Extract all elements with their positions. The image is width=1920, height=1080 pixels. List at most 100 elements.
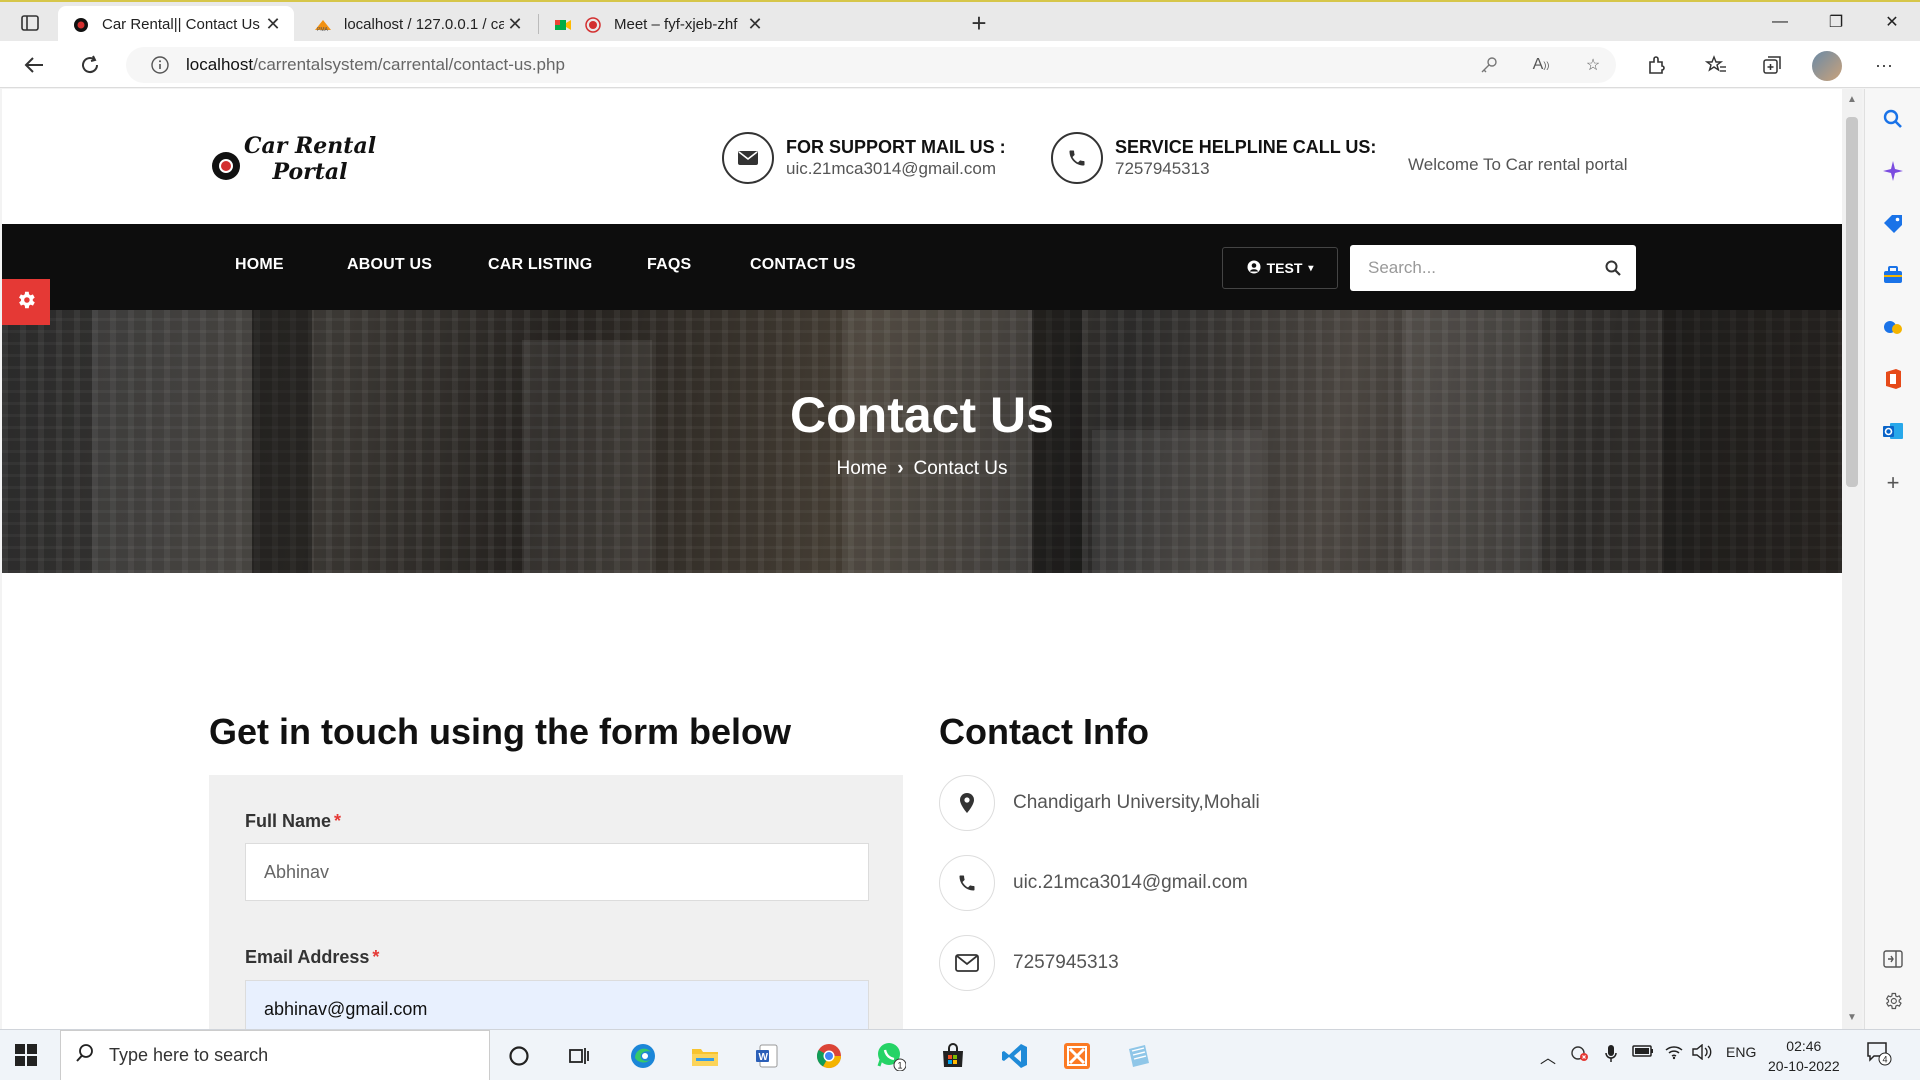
contact-info-email: uic.21mca3014@gmail.com [939,855,1248,911]
whatsapp-icon[interactable]: 1 [874,1040,908,1072]
email-label-text: Email Address [245,947,370,967]
add-sidebar-app-icon[interactable]: + [1879,469,1907,497]
logo-line-2: Portal [272,159,348,185]
support-mail-label: FOR SUPPORT MAIL US : [786,137,1006,157]
scroll-down-icon[interactable]: ▼ [1846,1013,1858,1023]
microsoft-store-icon[interactable] [936,1040,970,1072]
search-icon[interactable] [1879,105,1907,133]
phone-icon [939,855,995,911]
tools-briefcase-icon[interactable] [1879,261,1907,289]
recording-icon [584,16,602,34]
nav-contact-us[interactable]: CONTACT US [750,256,856,274]
close-tab-icon[interactable]: ✕ [744,14,766,35]
site-info-icon[interactable] [140,56,180,74]
google-meet-favicon-icon [554,16,572,34]
web-page: Car Rental Portal FOR SUPPORT MAIL US : … [2,89,1842,1029]
favorites-icon[interactable] [1700,49,1732,81]
new-tab-button[interactable]: + [964,8,994,38]
site-search-input[interactable] [1350,245,1590,291]
whatsapp-badge-count: 1 [898,1061,903,1071]
user-menu-button[interactable]: TEST ▾ [1222,247,1338,289]
site-header: Car Rental Portal FOR SUPPORT MAIL US : … [2,89,1842,224]
required-mark: * [334,811,342,831]
notepad-icon[interactable] [1122,1040,1156,1072]
chrome-icon[interactable] [812,1040,846,1072]
map-marker-icon [939,775,995,831]
tab-phpmyadmin[interactable]: PMA localhost / 127.0.0.1 / carrental / … [300,6,536,43]
tab-title: Meet – fyf-xjeb-zhf [614,16,738,33]
welcome-text: Welcome To Car rental portal [1408,155,1628,174]
minimize-window-button[interactable]: — [1750,6,1810,38]
envelope-icon [722,132,774,184]
logo-emblem-icon [212,152,240,180]
wifi-icon[interactable] [1664,1044,1684,1063]
close-tab-icon[interactable]: ✕ [262,14,284,35]
volume-icon[interactable] [1692,1043,1714,1063]
add-favorite-icon[interactable]: ☆ [1580,51,1606,79]
contact-info-title: Contact Info [939,711,1149,752]
more-menu-icon[interactable]: ··· [1868,49,1900,81]
hide-sidebar-icon[interactable] [1879,945,1907,973]
microphone-icon[interactable] [1604,1044,1618,1067]
contact-info-address: Chandigarh University,Mohali [939,775,1260,831]
read-aloud-icon[interactable]: A)) [1528,51,1554,79]
required-mark: * [372,947,380,967]
xampp-icon[interactable] [1060,1040,1094,1072]
games-icon[interactable] [1879,313,1907,341]
phpmyadmin-favicon-icon: PMA [314,16,332,34]
tab-actions-icon[interactable] [14,10,46,36]
file-explorer-icon[interactable] [688,1040,722,1072]
fullname-field[interactable]: Abhinav [245,843,869,901]
nav-faqs[interactable]: FAQS [647,256,691,274]
back-button[interactable] [18,49,50,81]
site-logo[interactable]: Car Rental Portal [212,133,376,185]
language-indicator[interactable]: ENG [1726,1044,1756,1060]
cortana-icon[interactable] [502,1040,536,1072]
search-icon[interactable] [1590,245,1636,291]
edge-browser-icon[interactable] [626,1040,660,1072]
helpline-value: 7257945313 [1115,159,1210,178]
refresh-button[interactable] [74,49,106,81]
scroll-thumb[interactable] [1846,117,1858,487]
network-warning-icon[interactable] [1570,1044,1590,1065]
chevron-down-icon: ▾ [1308,262,1314,274]
page-banner: Contact Us Home › Contact Us [2,310,1842,573]
restore-window-button[interactable]: ❐ [1806,6,1866,38]
copilot-sparkle-icon[interactable] [1879,157,1907,185]
email-value: abhinav@gmail.com [264,998,428,1019]
collections-icon[interactable] [1756,49,1788,81]
tab-car-rental-contact[interactable]: Car Rental|| Contact Us Page ✕ [58,6,294,43]
shopping-tag-icon[interactable] [1879,209,1907,237]
nav-about-us[interactable]: ABOUT US [347,256,432,274]
battery-icon[interactable] [1632,1044,1654,1061]
page-scrollbar[interactable]: ▲ ▼ [1842,89,1862,1029]
close-tab-icon[interactable]: ✕ [504,14,526,35]
profile-avatar[interactable] [1812,51,1842,81]
outlook-icon[interactable] [1879,417,1907,445]
windows-start-icon[interactable] [14,1043,38,1067]
key-icon[interactable] [1476,51,1502,79]
word-doc-icon[interactable]: W [750,1040,784,1072]
tab-divider [538,14,539,34]
nav-car-listing[interactable]: CAR LISTING [488,256,592,274]
taskbar-search-box[interactable]: Type here to search [60,1030,490,1080]
office-icon[interactable] [1879,365,1907,393]
show-hidden-icons-chevron-icon[interactable]: ︿ [1540,1044,1556,1068]
address-bar[interactable]: localhost/carrentalsystem/carrental/cont… [126,47,1616,83]
close-window-button[interactable]: ✕ [1862,6,1920,38]
scroll-up-icon[interactable]: ▲ [1846,95,1858,105]
extensions-icon[interactable] [1640,49,1672,81]
tab-google-meet[interactable]: Meet – fyf-xjeb-zhf ✕ [540,6,776,43]
svg-text:W: W [759,1052,769,1063]
support-mail-value: uic.21mca3014@gmail.com [786,159,997,178]
nav-home[interactable]: HOME [235,256,284,274]
system-clock[interactable]: 02:46 20-10-2022 [1768,1036,1840,1076]
settings-icon[interactable] [1879,987,1907,1015]
settings-gear-button[interactable] [2,279,50,325]
notification-center-icon[interactable]: 4 [1866,1040,1892,1069]
email-field[interactable]: abhinav@gmail.com [245,980,869,1029]
task-view-icon[interactable] [562,1040,596,1072]
breadcrumb-home[interactable]: Home [837,458,888,479]
vscode-icon[interactable] [998,1040,1032,1072]
url-text[interactable]: localhost/carrentalsystem/carrental/cont… [186,55,565,75]
